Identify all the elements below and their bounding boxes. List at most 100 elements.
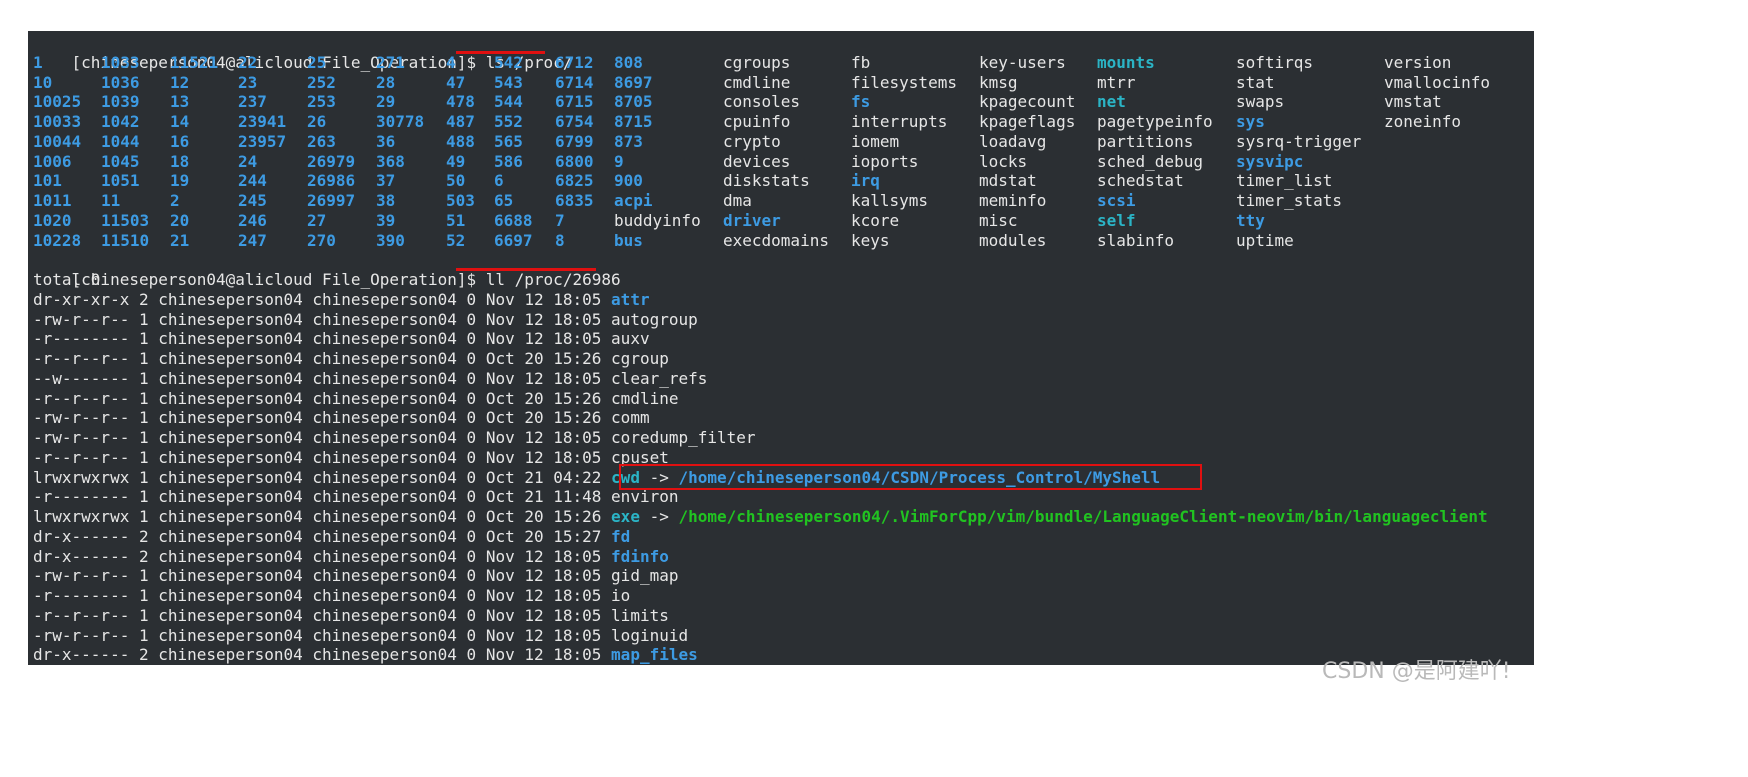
entry-name: auxv — [611, 329, 650, 349]
proc-dir-entry: 11521 — [170, 52, 219, 72]
proc-dir-entry: 9 — [614, 151, 624, 171]
link-target: /home/chineseperson04/.VimForCpp/vim/bun… — [678, 507, 1488, 526]
proc-dir-entry: 10228 — [33, 230, 82, 250]
group: chineseperson04 — [312, 408, 457, 428]
file-size: 0 — [466, 447, 477, 467]
proc-dir-entry: 11510 — [101, 230, 150, 250]
proc-file-entry: cmdline — [723, 72, 791, 92]
proc-file-entry: crypto — [723, 131, 781, 151]
owner: chineseperson04 — [158, 566, 303, 586]
listing-row: -rw-r--r-- 1 chineseperson04 chinesepers… — [33, 566, 678, 586]
proc-dir-entry: fs — [851, 92, 871, 112]
file-size: 0 — [466, 329, 477, 349]
proc-file-entry: loadavg — [979, 131, 1047, 151]
proc-dir-entry: 586 — [494, 151, 523, 171]
proc-dir-entry: 8697 — [614, 72, 653, 92]
proc-dir-entry: 263 — [307, 131, 336, 151]
modified-date: Oct 20 15:26 — [485, 349, 602, 368]
owner: chineseperson04 — [158, 625, 303, 645]
proc-file-entry: dma — [723, 191, 752, 210]
prompt-line-2: [chineseperson04@alicloud File_Operation… — [33, 250, 621, 289]
proc-dir-entry: 2 — [170, 191, 180, 210]
modified-date: Oct 20 15:26 — [485, 507, 602, 526]
proc-file-entry: keys — [851, 230, 890, 250]
link-count: 2 — [138, 546, 149, 566]
proc-file-entry: schedstat — [1097, 171, 1184, 191]
modified-date: Nov 12 18:05 — [485, 368, 602, 388]
proc-file-entry: kmsg — [979, 72, 1018, 92]
proc-dir-entry: 6712 — [555, 52, 594, 72]
proc-dir-entry: bus — [614, 230, 643, 250]
proc-dir-entry: 808 — [614, 52, 643, 72]
proc-file-entry: fb — [851, 52, 871, 72]
proc-dir-entry: 6697 — [494, 230, 533, 250]
proc-dir-entry: 544 — [494, 92, 523, 112]
modified-date: Oct 20 15:27 — [485, 526, 602, 546]
proc-dir-entry: 6835 — [555, 191, 594, 210]
proc-dir-entry: 26979 — [307, 151, 356, 171]
modified-date: Oct 20 15:26 — [485, 408, 602, 428]
permissions: dr-x------ — [33, 645, 130, 665]
modified-date: Nov 12 18:05 — [485, 605, 602, 625]
permissions: -rw-r--r-- — [33, 408, 130, 428]
entry-name: gid_map — [611, 566, 679, 586]
owner: chineseperson04 — [158, 388, 303, 408]
proc-dir-entry: 23 — [238, 72, 258, 92]
proc-file-entry: locks — [979, 151, 1028, 171]
proc-dir-entry: 6715 — [555, 92, 594, 112]
proc-file-entry: slabinfo — [1097, 230, 1175, 250]
file-size: 0 — [466, 388, 477, 408]
proc-file-entry: buddyinfo — [614, 210, 701, 230]
group: chineseperson04 — [312, 428, 457, 447]
proc-file-entry: stat — [1236, 72, 1275, 92]
command-text: ll /proc/26986 — [485, 269, 621, 289]
group: chineseperson04 — [312, 546, 457, 566]
proc-file-entry: execdomains — [723, 230, 829, 250]
permissions: -r--r--r-- — [33, 388, 130, 408]
link-count: 1 — [138, 447, 149, 467]
link-arrow: -> — [649, 507, 669, 526]
owner: chineseperson04 — [158, 349, 303, 368]
proc-dir-entry: 30778 — [376, 112, 425, 131]
proc-file-entry: ioports — [851, 151, 919, 171]
proc-dir-entry: 1044 — [101, 131, 140, 151]
modified-date: Nov 12 18:05 — [485, 546, 602, 566]
prompt-line-1: [chineseperson04@alicloud File_Operation… — [33, 33, 573, 72]
proc-dir-entry: 37 — [376, 171, 396, 191]
proc-dir-entry: 390 — [376, 230, 405, 250]
proc-dir-entry: 28 — [376, 72, 396, 92]
proc-dir-entry: acpi — [614, 191, 653, 210]
proc-dir-entry: 900 — [614, 171, 643, 191]
proc-file-entry: pagetypeinfo — [1097, 112, 1213, 131]
link-count: 1 — [138, 586, 149, 605]
proc-dir-entry: 1051 — [101, 171, 140, 191]
group: chineseperson04 — [312, 368, 457, 388]
terminal-window[interactable]: [chineseperson04@alicloud File_Operation… — [28, 31, 1534, 665]
proc-dir-entry: 29 — [376, 92, 396, 112]
proc-file-entry: diskstats — [723, 171, 810, 191]
entry-name: fd — [611, 526, 631, 546]
file-size: 0 — [466, 408, 477, 428]
proc-dir-entry: 270 — [307, 230, 336, 250]
link-count: 1 — [138, 368, 149, 388]
link-count: 1 — [138, 566, 149, 586]
proc-file-entry: kpageflags — [979, 112, 1076, 131]
file-size: 0 — [466, 625, 477, 645]
proc-dir-entry: 1006 — [33, 151, 72, 171]
proc-file-entry: devices — [723, 151, 791, 171]
proc-file-entry: meminfo — [979, 191, 1047, 210]
entry-name: autogroup — [611, 309, 698, 329]
permissions: -r--r--r-- — [33, 605, 130, 625]
listing-row: -rw-r--r-- 1 chineseperson04 chinesepers… — [33, 408, 650, 428]
proc-dir-entry: 478 — [446, 92, 475, 112]
proc-dir-entry: 11503 — [101, 210, 150, 230]
proc-dir-entry: 6688 — [494, 210, 533, 230]
permissions: -rw-r--r-- — [33, 428, 130, 447]
proc-dir-entry: tty — [1236, 210, 1265, 230]
proc-dir-entry: 246 — [238, 210, 267, 230]
group: chineseperson04 — [312, 388, 457, 408]
proc-file-entry: sched_debug — [1097, 151, 1203, 171]
group: chineseperson04 — [312, 507, 457, 526]
proc-dir-entry: 1 — [33, 52, 43, 72]
proc-dir-entry: 47 — [446, 72, 466, 92]
